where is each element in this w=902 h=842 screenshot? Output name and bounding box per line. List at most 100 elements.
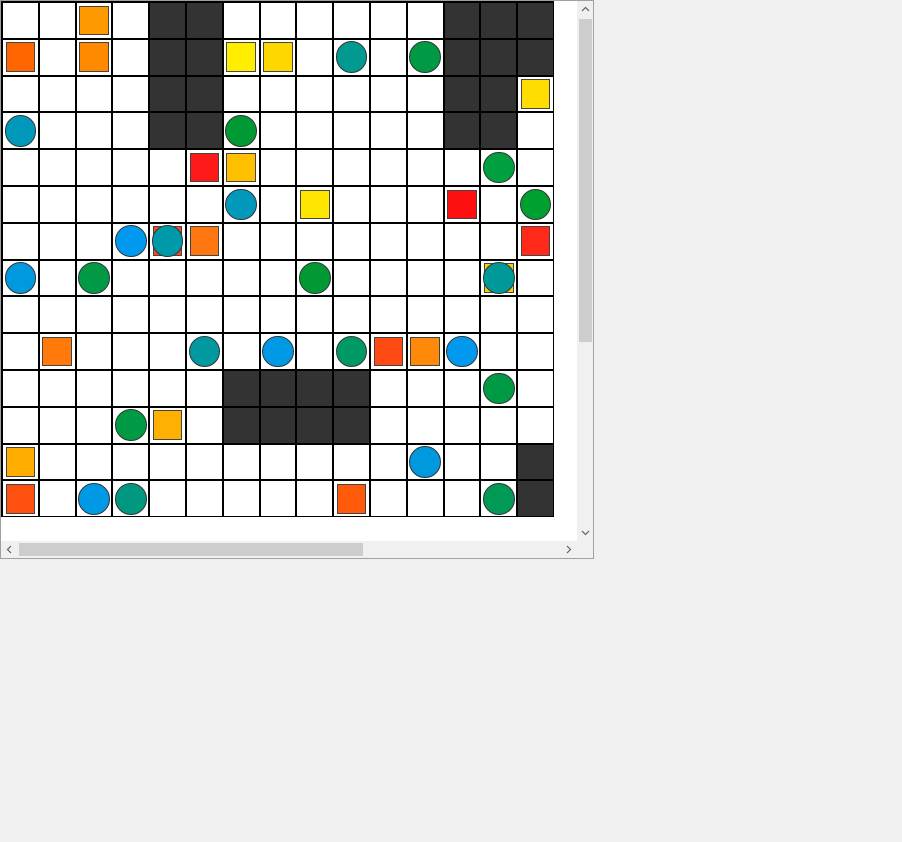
scroll-up-arrow-icon[interactable] bbox=[577, 1, 593, 18]
square-piece[interactable] bbox=[5, 42, 36, 73]
board-cell[interactable] bbox=[113, 113, 149, 149]
board-cell[interactable] bbox=[3, 223, 38, 259]
board-cell[interactable] bbox=[39, 371, 75, 406]
board-cell[interactable] bbox=[371, 113, 406, 149]
board-cell[interactable] bbox=[187, 444, 222, 480]
board-cell[interactable] bbox=[481, 407, 517, 443]
square-piece[interactable] bbox=[79, 5, 109, 36]
board-cell[interactable] bbox=[223, 444, 259, 480]
square-piece[interactable] bbox=[336, 483, 367, 514]
board-cell[interactable] bbox=[481, 187, 517, 222]
board-cell[interactable] bbox=[223, 297, 259, 333]
board-cell[interactable] bbox=[334, 3, 369, 38]
board-cell[interactable] bbox=[223, 76, 259, 112]
square-piece[interactable] bbox=[226, 42, 257, 73]
board-cell[interactable] bbox=[481, 334, 517, 369]
board-cell[interactable] bbox=[407, 407, 443, 443]
board-cell[interactable] bbox=[260, 76, 296, 112]
board-cell[interactable] bbox=[407, 481, 443, 517]
board-cell[interactable] bbox=[39, 3, 75, 38]
board-cell[interactable] bbox=[518, 371, 553, 406]
board-cell[interactable] bbox=[39, 223, 75, 259]
board-cell[interactable] bbox=[297, 76, 333, 112]
board-cell[interactable] bbox=[297, 39, 333, 75]
game-viewport[interactable] bbox=[0, 0, 594, 559]
board-cell[interactable] bbox=[150, 150, 185, 185]
circle-piece[interactable] bbox=[482, 482, 515, 515]
board-cell[interactable] bbox=[334, 113, 369, 149]
board-cell[interactable] bbox=[260, 260, 296, 296]
circle-piece[interactable] bbox=[446, 335, 478, 368]
board-cell[interactable] bbox=[260, 187, 296, 222]
board-cell[interactable] bbox=[113, 76, 149, 112]
board-cell[interactable] bbox=[518, 297, 553, 333]
board-cell[interactable] bbox=[39, 297, 75, 333]
board-cell[interactable] bbox=[297, 297, 333, 333]
board-cell[interactable] bbox=[371, 150, 406, 185]
board-cell[interactable] bbox=[444, 481, 480, 517]
board-cell[interactable] bbox=[260, 481, 296, 517]
board-cell[interactable] bbox=[518, 334, 553, 369]
board-cell[interactable] bbox=[371, 3, 406, 38]
board-cell[interactable] bbox=[39, 187, 75, 222]
board-cell[interactable] bbox=[113, 444, 149, 480]
circle-piece[interactable] bbox=[225, 114, 258, 147]
board-cell[interactable] bbox=[223, 223, 259, 259]
board-cell[interactable] bbox=[150, 334, 185, 369]
circle-piece[interactable] bbox=[78, 262, 110, 294]
board-cell[interactable] bbox=[297, 481, 333, 517]
board-cell[interactable] bbox=[113, 260, 149, 296]
circle-piece[interactable] bbox=[482, 151, 515, 184]
board-cell[interactable] bbox=[371, 481, 406, 517]
scroll-down-arrow-icon[interactable] bbox=[577, 524, 593, 541]
board-cell[interactable] bbox=[297, 223, 333, 259]
board-cell[interactable] bbox=[113, 187, 149, 222]
board-cell[interactable] bbox=[371, 297, 406, 333]
board-cell[interactable] bbox=[3, 150, 38, 185]
board-cell[interactable] bbox=[334, 444, 369, 480]
board-cell[interactable] bbox=[444, 444, 480, 480]
board-cell[interactable] bbox=[297, 113, 333, 149]
vertical-scroll-thumb[interactable] bbox=[579, 19, 592, 342]
board-cell[interactable] bbox=[76, 444, 112, 480]
board-cell[interactable] bbox=[371, 371, 406, 406]
board-cell[interactable] bbox=[518, 113, 553, 149]
board-cell[interactable] bbox=[150, 371, 185, 406]
circle-piece[interactable] bbox=[114, 482, 147, 515]
circle-piece[interactable] bbox=[482, 262, 515, 294]
board-cell[interactable] bbox=[407, 3, 443, 38]
board-cell[interactable] bbox=[371, 407, 406, 443]
board-cell[interactable] bbox=[76, 407, 112, 443]
board-cell[interactable] bbox=[113, 39, 149, 75]
board-cell[interactable] bbox=[407, 297, 443, 333]
square-piece[interactable] bbox=[263, 42, 293, 73]
circle-piece[interactable] bbox=[114, 409, 147, 442]
board-cell[interactable] bbox=[481, 223, 517, 259]
square-piece[interactable] bbox=[447, 189, 477, 220]
board-cell[interactable] bbox=[39, 407, 75, 443]
board-cell[interactable] bbox=[76, 150, 112, 185]
board-cell[interactable] bbox=[39, 39, 75, 75]
square-piece[interactable] bbox=[5, 483, 36, 514]
board-cell[interactable] bbox=[39, 481, 75, 517]
circle-piece[interactable] bbox=[409, 446, 442, 478]
board-cell[interactable] bbox=[407, 150, 443, 185]
board-cell[interactable] bbox=[371, 39, 406, 75]
board-cell[interactable] bbox=[187, 187, 222, 222]
board-cell[interactable] bbox=[223, 260, 259, 296]
circle-piece[interactable] bbox=[78, 482, 110, 515]
board-cell[interactable] bbox=[297, 444, 333, 480]
board-cell[interactable] bbox=[223, 481, 259, 517]
board-cell[interactable] bbox=[260, 297, 296, 333]
board-cell[interactable] bbox=[223, 3, 259, 38]
scroll-right-arrow-icon[interactable] bbox=[560, 541, 577, 558]
board-cell[interactable] bbox=[3, 76, 38, 112]
board-cell[interactable] bbox=[113, 334, 149, 369]
circle-piece[interactable] bbox=[4, 114, 37, 147]
board-cell[interactable] bbox=[444, 371, 480, 406]
board-cell[interactable] bbox=[76, 334, 112, 369]
circle-piece[interactable] bbox=[114, 225, 147, 258]
square-piece[interactable] bbox=[520, 226, 551, 257]
board-cell[interactable] bbox=[260, 150, 296, 185]
board-cell[interactable] bbox=[76, 113, 112, 149]
